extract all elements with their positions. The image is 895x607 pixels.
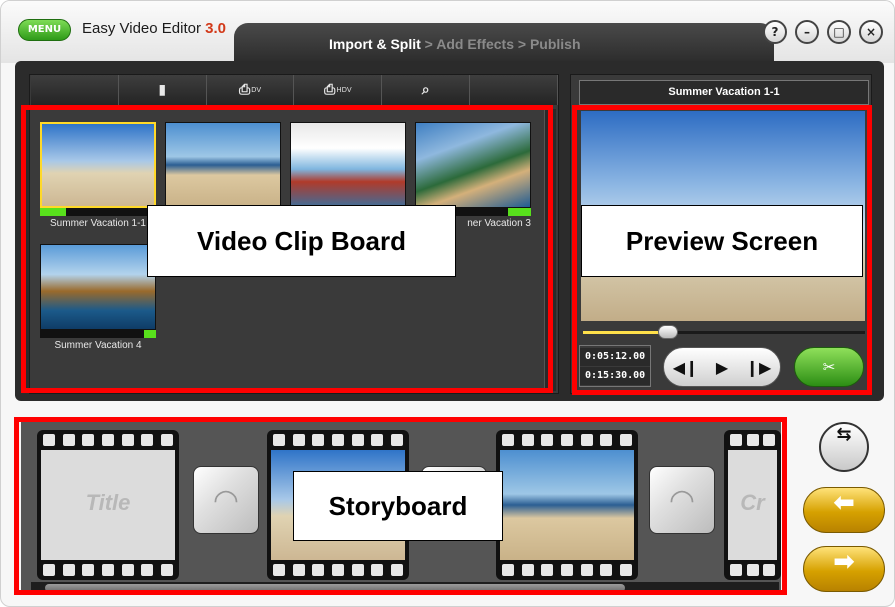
preview-callout: Preview Screen	[581, 205, 863, 277]
clip-progress	[40, 330, 156, 338]
clip-thumbnail	[290, 122, 406, 208]
hdv-camera-icon: ⎙	[324, 82, 336, 98]
app-title: Easy Video Editor 3.0	[82, 20, 226, 37]
clip-item[interactable]	[290, 122, 406, 218]
current-time: 0:05:12.00	[580, 348, 650, 366]
clip-board-callout: Video Clip Board	[147, 205, 456, 277]
import-dv-button[interactable]: ⎙ DV	[207, 75, 295, 105]
clip-thumbnail	[415, 122, 531, 208]
toolbar-spacer	[470, 75, 558, 105]
storyboard-end-slot[interactable]: Cr	[724, 430, 781, 580]
clip-label: Summer Vacation 1-1	[50, 218, 146, 229]
transition-slot[interactable]: ◠	[193, 466, 259, 534]
clip-thumbnail	[40, 122, 156, 208]
step-forward-icon[interactable]: ❙▶	[746, 358, 772, 377]
transition-icon: ◠	[668, 482, 696, 518]
import-toolbar: ▮ ⎙ DV ⎙ HDV ⌕	[31, 75, 558, 105]
menu-button[interactable]: MENU	[18, 19, 71, 41]
storyboard-clip-frame	[500, 450, 634, 560]
play-icon[interactable]: ▶	[716, 358, 728, 377]
seek-handle[interactable]	[657, 325, 678, 339]
dv-camera-icon: ⎙	[238, 82, 251, 98]
file-icon: ▮	[158, 82, 167, 98]
clip-progress	[40, 208, 156, 216]
clip-item[interactable]: Summer Vacation 4	[40, 244, 156, 351]
import-hdv-button[interactable]: ⎙ HDV	[294, 75, 383, 105]
title-frame-label: Title	[85, 490, 131, 515]
tv-capture-icon: ⌕	[421, 82, 430, 98]
app-version: 3.0	[205, 20, 226, 37]
seek-fill	[583, 331, 668, 334]
clip-item[interactable]	[165, 122, 281, 218]
title-frame: Title	[41, 450, 175, 560]
storyboard-scroll-thumb[interactable]	[45, 584, 625, 592]
seek-slider[interactable]	[583, 325, 865, 339]
import-file-button[interactable]: ▮	[119, 75, 207, 105]
storyboard-callout: Storyboard	[293, 471, 503, 541]
app-name: Easy Video Editor	[82, 20, 201, 37]
dv-label: DV	[251, 86, 262, 94]
clip-label: Summer Vacation 4	[54, 340, 142, 351]
toolbar-spacer	[31, 75, 119, 105]
step-next-steps[interactable]: > Add Effects > Publish	[421, 36, 581, 52]
credits-frame: Cr	[728, 450, 777, 560]
toggle-timeline-button[interactable]: ⇆	[819, 422, 869, 472]
storyboard-title-slot[interactable]: Title	[37, 430, 179, 580]
transport-controls: ◀❙ ▶ ❙▶	[663, 347, 781, 387]
maximize-button[interactable]: □	[827, 20, 851, 44]
minimize-button[interactable]: –	[795, 20, 819, 44]
step-import-split[interactable]: Import & Split	[329, 36, 421, 52]
clip-item[interactable]: Summer Vacation 1-1	[40, 122, 156, 229]
clip-progress-fill	[40, 208, 66, 216]
step-breadcrumb: Import & Split > Add Effects > Publish	[329, 36, 581, 52]
back-button[interactable]: ⬅	[803, 487, 885, 533]
hdv-label: HDV	[336, 86, 352, 94]
clip-thumbnail	[165, 122, 281, 208]
transition-icon: ◠	[212, 482, 240, 518]
help-button[interactable]: ?	[763, 20, 787, 44]
next-button[interactable]: ➡	[803, 546, 885, 592]
clip-progress-fill	[144, 330, 156, 338]
total-time: 0:15:30.00	[580, 367, 650, 385]
credits-frame-label: Cr	[740, 490, 765, 515]
storyboard-clip-slot[interactable]	[496, 430, 638, 580]
clip-thumbnail	[40, 244, 156, 330]
clip-progress-fill	[507, 208, 531, 216]
storyboard-scrollbar[interactable]	[31, 582, 779, 594]
preview-title: Summer Vacation 1-1	[579, 80, 869, 105]
clip-board-scrollbar[interactable]	[544, 109, 556, 391]
step-back-icon[interactable]: ◀❙	[673, 358, 699, 377]
split-button[interactable]: ✂	[794, 347, 864, 387]
transition-slot[interactable]: ◠	[649, 466, 715, 534]
easy-video-editor-window: MENU Easy Video Editor 3.0 Import & Spli…	[0, 0, 895, 607]
close-button[interactable]: ×	[859, 20, 883, 44]
import-tv-button[interactable]: ⌕	[382, 75, 471, 105]
